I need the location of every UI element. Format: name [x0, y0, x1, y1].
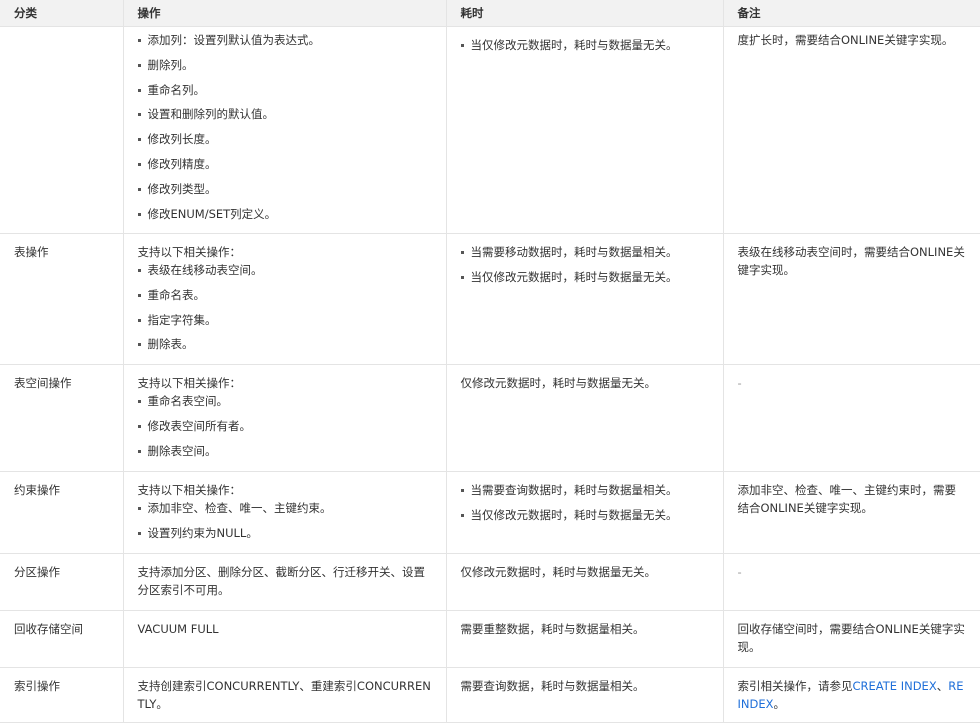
note-cell: - [723, 364, 980, 472]
operation-cell: 支持以下相关操作： 重命名表空间。 修改表空间所有者。 删除表空间。 [123, 364, 447, 472]
list-item: 当仅修改元数据时，耗时与数据量无关。 [460, 36, 709, 54]
table-header-row: 分类 操作 耗时 备注 [0, 0, 980, 27]
note-cell: - [723, 553, 980, 611]
table-row: 添加列：设置列默认值为表达式。 删除列。 重命名列。 设置和删除列的默认值。 修… [0, 26, 980, 234]
header-note: 备注 [723, 0, 980, 27]
category-cell: 约束操作 [0, 471, 124, 554]
list-item: 修改列类型。 [137, 180, 432, 198]
operation-list: 重命名表空间。 修改表空间所有者。 删除表空间。 [137, 392, 432, 460]
category-cell: 回收存储空间 [0, 610, 124, 668]
table-row: 约束操作 支持以下相关操作： 添加非空、检查、唯一、主键约束。 设置列约束为NU… [0, 471, 980, 554]
category-cell: 分区操作 [0, 553, 124, 611]
list-item: 当仅修改元数据时，耗时与数据量无关。 [460, 506, 709, 524]
header-time-cost: 耗时 [446, 0, 724, 27]
ddl-operations-table: 分类 操作 耗时 备注 添加列：设置列默认值为表达式。 删除列。 重命名列。 设… [0, 0, 980, 723]
list-item: 修改ENUM/SET列定义。 [137, 205, 432, 223]
time-cost-list: 当仅修改元数据时，耗时与数据量无关。 [460, 36, 709, 54]
category-cell: 表空间操作 [0, 364, 124, 472]
category-cell [0, 26, 124, 234]
note-separator: 、 [936, 679, 949, 693]
time-cost-cell: 需要重整数据，耗时与数据量相关。 [446, 610, 724, 668]
operation-cell: 支持以下相关操作： 表级在线移动表空间。 重命名表。 指定字符集。 删除表。 [123, 233, 447, 365]
list-item: 表级在线移动表空间。 [137, 261, 432, 279]
category-cell: 表操作 [0, 233, 124, 365]
operation-intro: 支持以下相关操作： [137, 245, 242, 259]
list-item: 删除表空间。 [137, 442, 432, 460]
list-item: 指定字符集。 [137, 311, 432, 329]
operation-cell: 支持以下相关操作： 添加非空、检查、唯一、主键约束。 设置列约束为NULL。 [123, 471, 447, 554]
operation-list: 表级在线移动表空间。 重命名表。 指定字符集。 删除表。 [137, 261, 432, 353]
list-item: 添加列：设置列默认值为表达式。 [137, 31, 432, 49]
operation-list: 添加列：设置列默认值为表达式。 删除列。 重命名列。 设置和删除列的默认值。 修… [137, 31, 432, 223]
time-cost-cell: 仅修改元数据时，耗时与数据量无关。 [446, 364, 724, 472]
note-cell: 添加非空、检查、唯一、主键约束时，需要结合ONLINE关键字实现。 [723, 471, 980, 554]
time-cost-list: 当需要查询数据时，耗时与数据量相关。 当仅修改元数据时，耗时与数据量无关。 [460, 481, 709, 524]
list-item: 当仅修改元数据时，耗时与数据量无关。 [460, 268, 709, 286]
time-cost-cell: 当需要移动数据时，耗时与数据量相关。 当仅修改元数据时，耗时与数据量无关。 [446, 233, 724, 365]
note-text: 。 [773, 697, 786, 711]
time-cost-cell: 当需要查询数据时，耗时与数据量相关。 当仅修改元数据时，耗时与数据量无关。 [446, 471, 724, 554]
list-item: 修改列长度。 [137, 130, 432, 148]
operation-cell: 支持添加分区、删除分区、截断分区、行迁移开关、设置分区索引不可用。 [123, 553, 447, 611]
list-item: 重命名表。 [137, 286, 432, 304]
operation-cell: VACUUM FULL [123, 610, 447, 668]
header-operation: 操作 [123, 0, 447, 27]
time-cost-cell: 当仅修改元数据时，耗时与数据量无关。 [446, 26, 724, 234]
time-cost-list: 当需要移动数据时，耗时与数据量相关。 当仅修改元数据时，耗时与数据量无关。 [460, 243, 709, 286]
header-category: 分类 [0, 0, 124, 27]
category-cell: 索引操作 [0, 667, 124, 723]
note-text: 索引相关操作，请参见 [737, 679, 853, 693]
operation-intro: 支持以下相关操作： [137, 483, 242, 497]
list-item: 修改列精度。 [137, 155, 432, 173]
table-row: 表空间操作 支持以下相关操作： 重命名表空间。 修改表空间所有者。 删除表空间。… [0, 364, 980, 472]
operation-intro: 支持以下相关操作： [137, 376, 242, 390]
list-item: 设置列约束为NULL。 [137, 524, 432, 542]
list-item: 添加非空、检查、唯一、主键约束。 [137, 499, 432, 517]
list-item: 当需要查询数据时，耗时与数据量相关。 [460, 481, 709, 499]
operation-cell: 支持创建索引CONCURRENTLY、重建索引CONCURRENTLY。 [123, 667, 447, 723]
list-item: 删除表。 [137, 335, 432, 353]
operation-list: 添加非空、检查、唯一、主键约束。 设置列约束为NULL。 [137, 499, 432, 542]
list-item: 修改表空间所有者。 [137, 417, 432, 435]
note-cell: 度扩长时，需要结合ONLINE关键字实现。 [723, 26, 980, 234]
list-item: 当需要移动数据时，耗时与数据量相关。 [460, 243, 709, 261]
table-row: 表操作 支持以下相关操作： 表级在线移动表空间。 重命名表。 指定字符集。 删除… [0, 233, 980, 365]
list-item: 删除列。 [137, 56, 432, 74]
table-row: 回收存储空间 VACUUM FULL 需要重整数据，耗时与数据量相关。 回收存储… [0, 610, 980, 668]
note-cell: 表级在线移动表空间时，需要结合ONLINE关键字实现。 [723, 233, 980, 365]
list-item: 设置和删除列的默认值。 [137, 105, 432, 123]
time-cost-cell: 仅修改元数据时，耗时与数据量无关。 [446, 553, 724, 611]
time-cost-cell: 需要查询数据，耗时与数据量相关。 [446, 667, 724, 723]
note-cell: 索引相关操作，请参见CREATE INDEX、REINDEX。 [723, 667, 980, 723]
list-item: 重命名表空间。 [137, 392, 432, 410]
list-item: 重命名列。 [137, 81, 432, 99]
operation-cell: 添加列：设置列默认值为表达式。 删除列。 重命名列。 设置和删除列的默认值。 修… [123, 26, 447, 234]
note-cell: 回收存储空间时，需要结合ONLINE关键字实现。 [723, 610, 980, 668]
table-row: 分区操作 支持添加分区、删除分区、截断分区、行迁移开关、设置分区索引不可用。 仅… [0, 553, 980, 611]
create-index-link[interactable]: CREATE INDEX [853, 679, 937, 693]
table-row: 索引操作 支持创建索引CONCURRENTLY、重建索引CONCURRENTLY… [0, 667, 980, 723]
